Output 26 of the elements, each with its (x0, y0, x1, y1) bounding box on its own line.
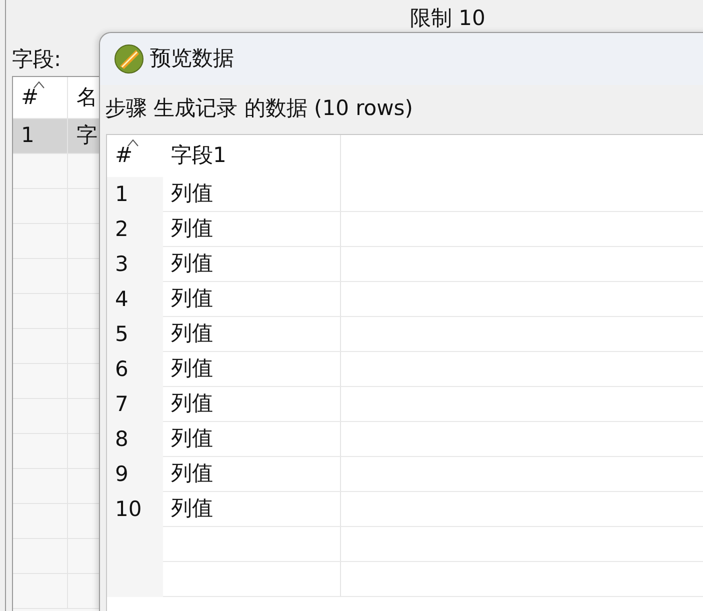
row-number: 6 (115, 356, 128, 383)
fields-label: 字段: (12, 46, 62, 73)
dialog-title: 预览数据 (150, 45, 234, 72)
table-cell-text: 列值 (171, 285, 213, 312)
row-number: 5 (115, 320, 128, 348)
table-cell-text: 字 (76, 122, 98, 150)
row-number: 7 (115, 390, 128, 418)
row-number: 3 (115, 250, 128, 278)
table-cell-text: 列值 (171, 390, 213, 418)
row-number: 8 (115, 426, 128, 453)
table-cell-text: 列值 (171, 425, 213, 452)
row-number: 1 (115, 180, 128, 208)
table-cell-text: 列值 (171, 250, 213, 278)
table-cell-text: 列值 (171, 215, 213, 242)
row-number: 1 (21, 122, 34, 150)
limit-label: 限制 10 (410, 5, 486, 32)
data-caption: 步骤 生成记录 的数据 (10 rows) (104, 95, 414, 122)
table-cell-text: 列值 (171, 355, 213, 382)
row-number: 4 (115, 286, 128, 313)
table-cell-text: 列值 (171, 495, 213, 522)
row-number: 10 (115, 496, 142, 523)
table-cell-text: 列值 (171, 320, 213, 348)
row-number: 2 (115, 216, 128, 243)
row-number: 9 (115, 460, 128, 488)
table-cell-text: 列值 (171, 460, 213, 488)
table-cell-text: 列值 (171, 180, 213, 208)
